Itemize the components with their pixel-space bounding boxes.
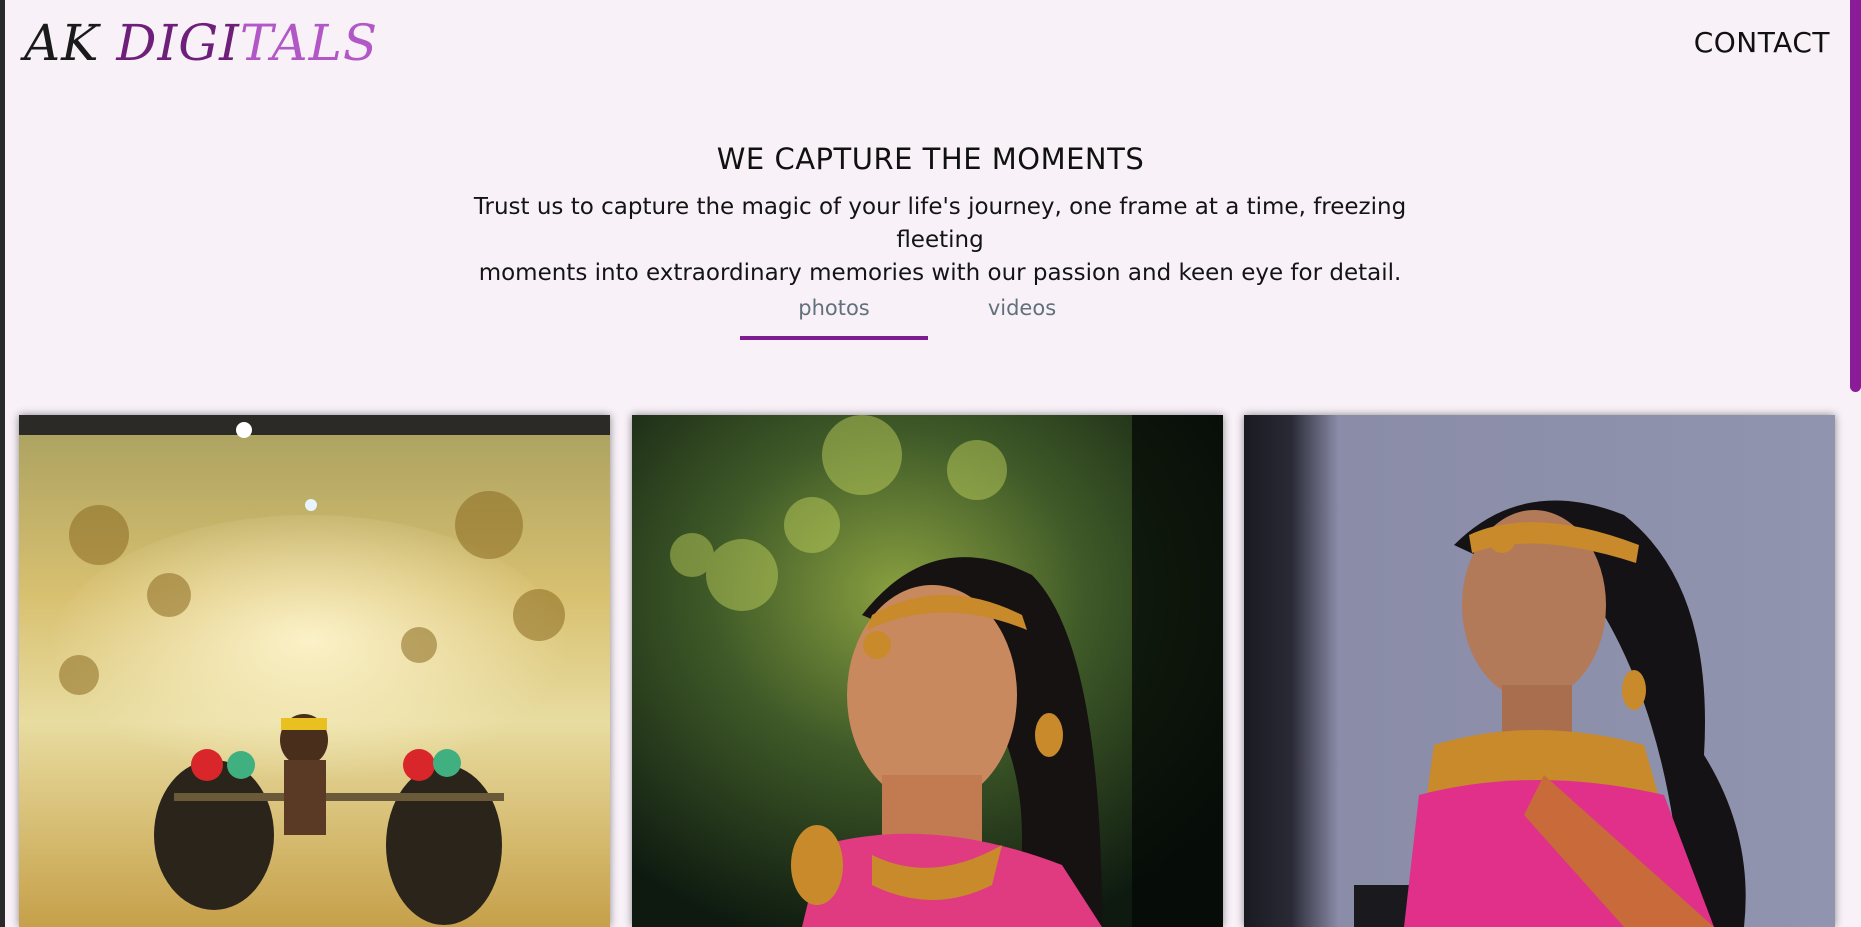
contact-link[interactable]: CONTACT	[1694, 26, 1830, 59]
brand-logo-part: AK	[24, 14, 117, 72]
brand-logo-part: DIGI	[116, 14, 240, 72]
hero-description-line: moments into extraordinary memories with…	[478, 260, 1402, 286]
tab-videos[interactable]: videos	[928, 296, 1116, 320]
scrollbar[interactable]	[1850, 0, 1861, 927]
active-tab-indicator	[740, 336, 928, 340]
page-title: WE CAPTURE THE MOMENTS	[716, 142, 1145, 176]
gallery-photo-portrait-green[interactable]	[632, 415, 1223, 927]
gallery-photo-portrait-grey[interactable]	[1244, 415, 1835, 927]
window-edge	[0, 0, 5, 927]
hero-description-line: Trust us to capture the magic of your li…	[473, 194, 1407, 253]
brand-logo-part: TALS	[239, 14, 379, 72]
tab-photos[interactable]: photos	[740, 296, 928, 320]
gallery-photo-buffalo-race[interactable]	[19, 415, 610, 927]
scrollbar-thumb[interactable]	[1850, 0, 1861, 392]
brand-logo[interactable]: AK DIGITALS	[24, 8, 378, 78]
hero-description: Trust us to capture the magic of your li…	[440, 191, 1440, 290]
